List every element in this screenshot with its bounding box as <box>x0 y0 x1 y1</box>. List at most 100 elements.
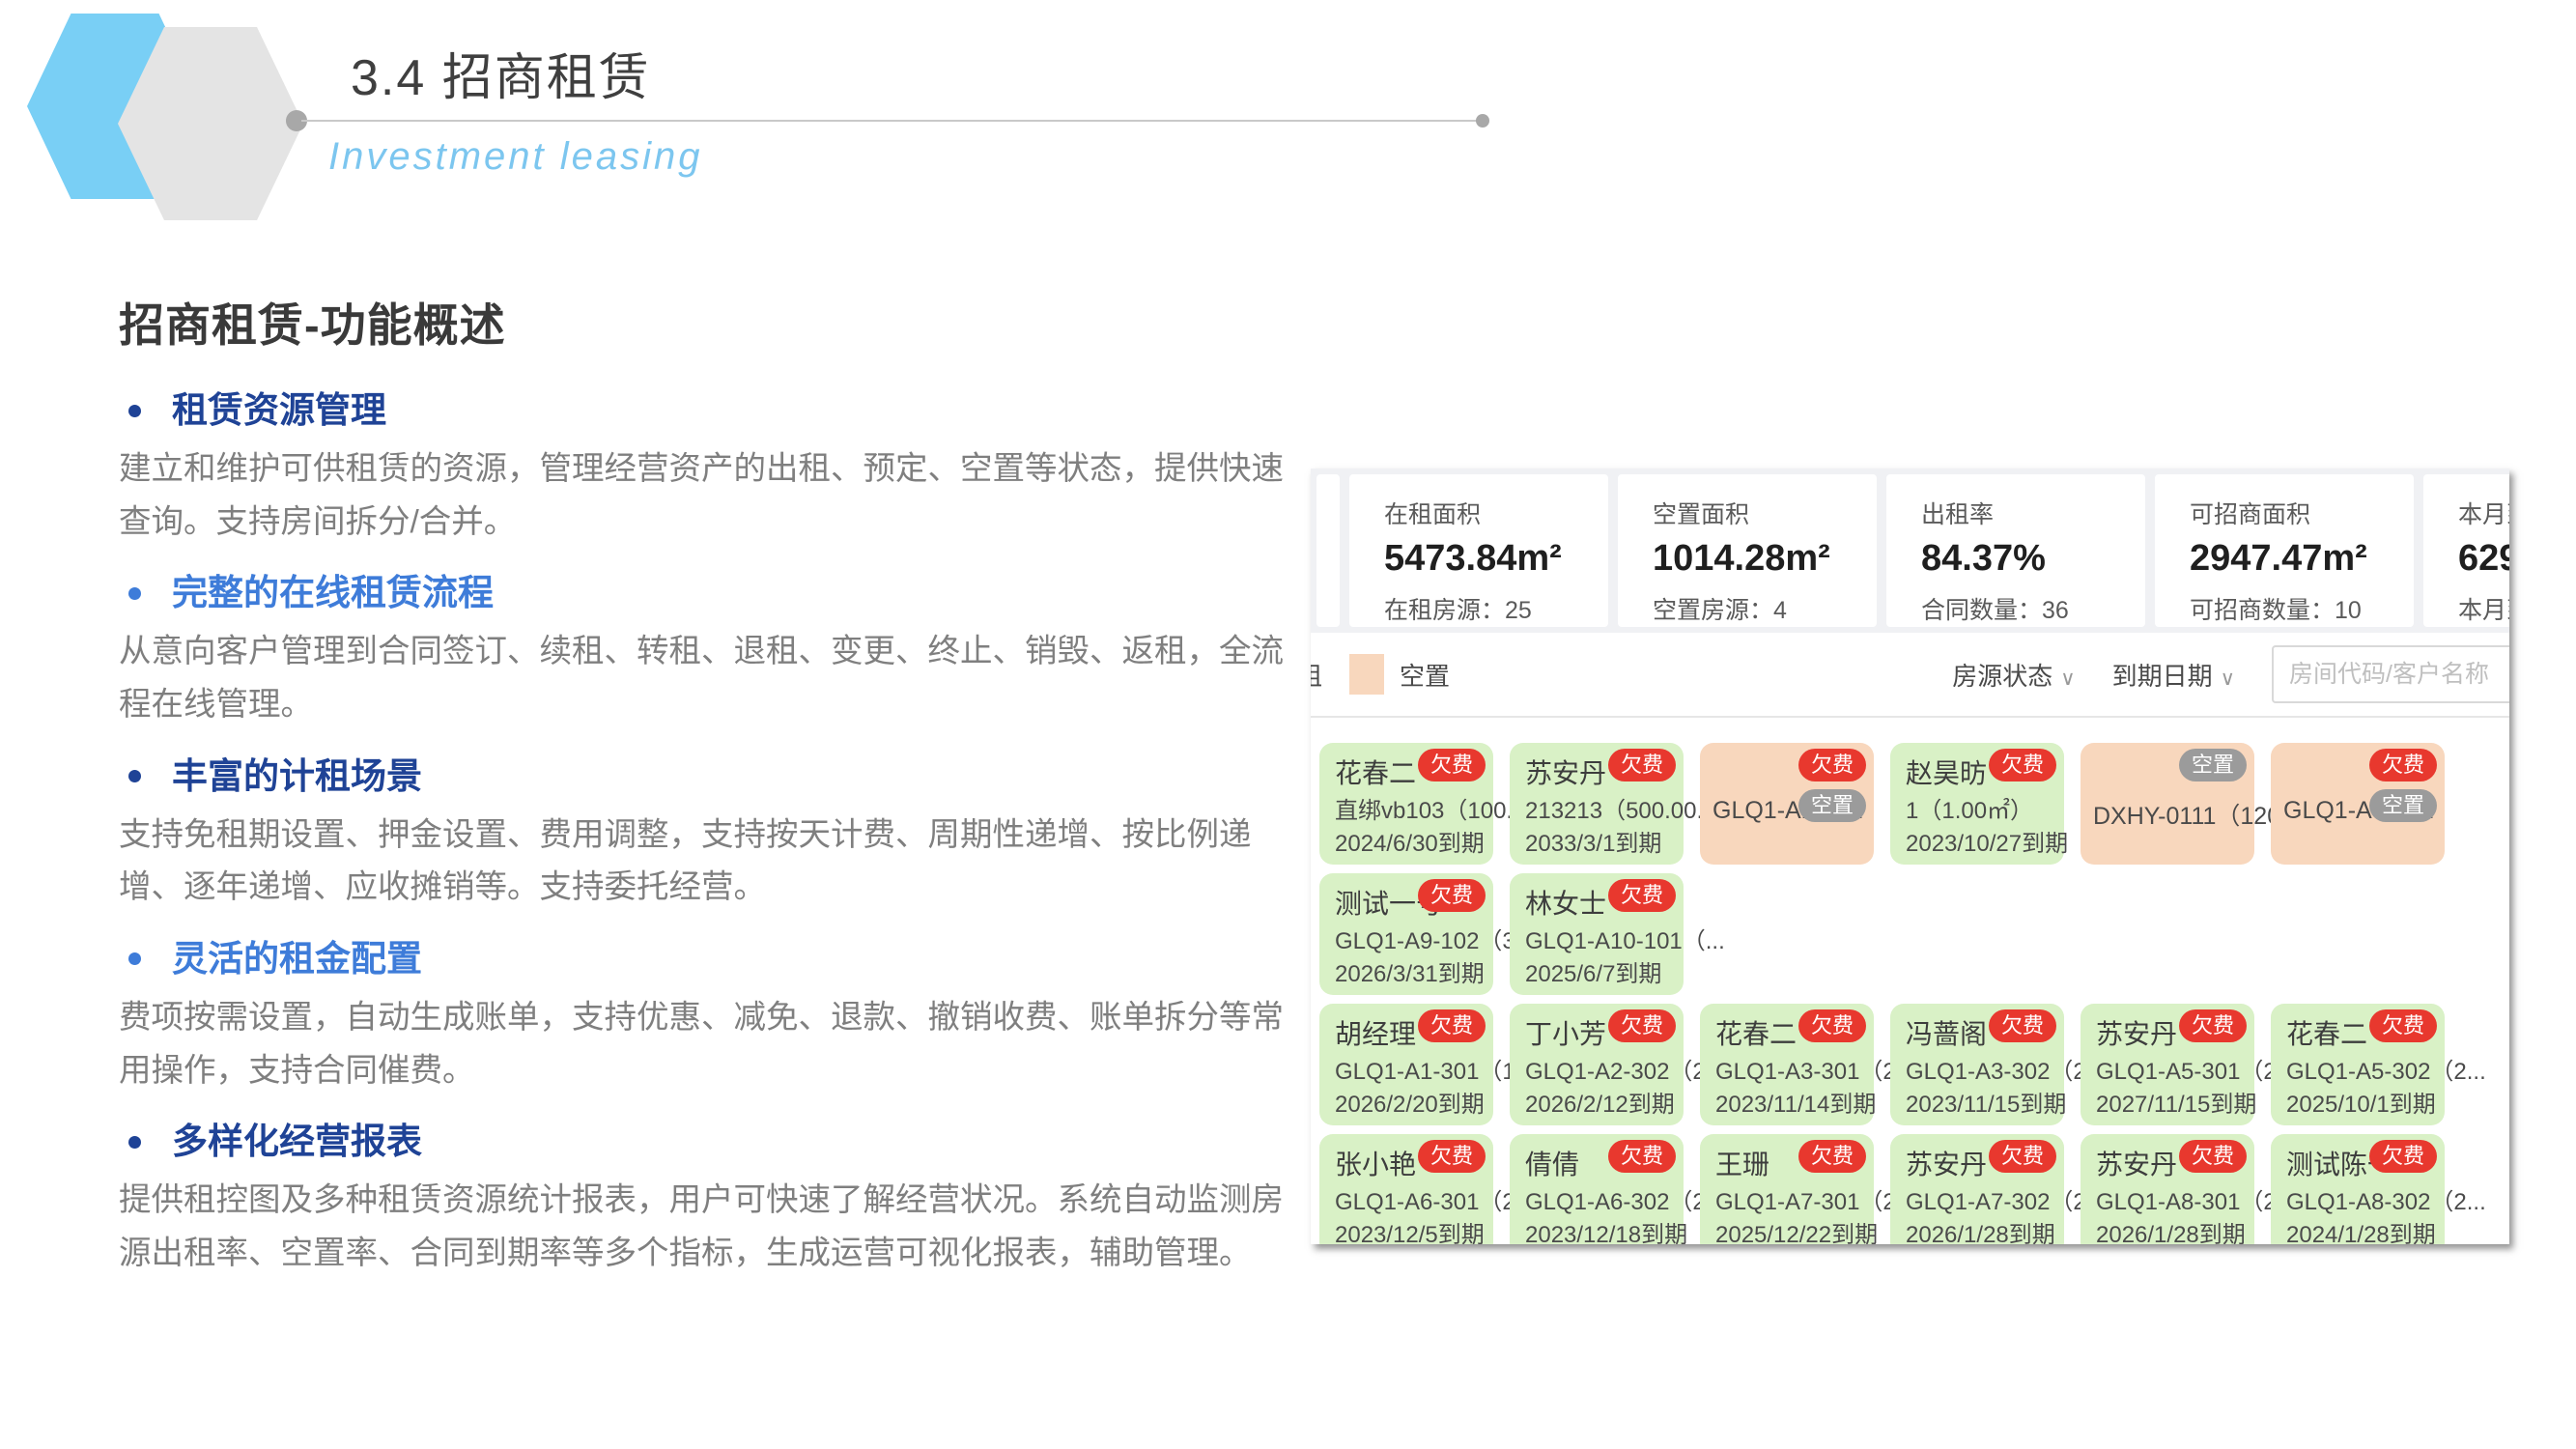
owe-badge: 欠费 <box>1418 1009 1486 1042</box>
bullet-body-text: 从意向客户管理到合同签订、续租、转租、退租、变更、终止、销毁、返租，全流程在线管… <box>119 626 1305 731</box>
room-card[interactable]: 赵昊昉1（1.00㎡）2023/10/27到期欠费 <box>1890 743 2064 865</box>
room-expiry-date: 2023/12/5到期 <box>1335 1215 1485 1244</box>
stat-sub: 合同数量：36 <box>1921 591 2145 626</box>
room-card[interactable]: 苏安丹GLQ1-A7-302（2...2026/1/28到期欠费 <box>1890 1134 2064 1244</box>
room-card[interactable]: 苏安丹GLQ1-A5-301（2...2027/11/15到期欠费 <box>2081 1004 2254 1125</box>
owe-badge: 欠费 <box>1418 749 1486 781</box>
room-tenant-name: 花春二 <box>2286 1013 2367 1052</box>
room-search-input[interactable] <box>2272 645 2509 703</box>
slide-subtitle: Investment leasing <box>328 135 703 179</box>
legend-vacant-label: 空置 <box>1400 657 1450 693</box>
bullet-body-text: 建立和维护可供租赁的资源，管理经营资产的出租、预定、空置等状态，提供快速查询。支… <box>119 443 1305 549</box>
room-card[interactable]: 冯蔷阁GLQ1-A3-302（2...2023/11/15到期欠费 <box>1890 1004 2064 1125</box>
stat-sub: 可招商数量：10 <box>2190 591 2414 626</box>
stat-card: 可招商面积2947.47m²可招商数量：10 <box>2155 474 2414 627</box>
room-expiry-date: 2025/12/22到期 <box>1715 1215 1878 1244</box>
stat-card: 在租面积5473.84m²在租房源：25 <box>1349 474 1608 627</box>
room-detail-line: GLQ1-A7-301（2... <box>1715 1182 1915 1216</box>
room-card[interactable]: 林女士GLQ1-A10-101（...2025/6/7到期欠费 <box>1510 873 1684 995</box>
bullet-label-row: 完整的在线租赁流程 <box>128 570 1305 616</box>
feature-overview: 招商租赁-功能概述 租赁资源管理建立和维护可供租赁的资源，管理经营资产的出租、预… <box>119 288 1305 1280</box>
room-card[interactable]: GLQ1-A1-101欠费空置 <box>1700 743 1874 865</box>
owe-badge: 欠费 <box>1608 879 1676 912</box>
room-detail-line: GLQ1-A6-302（2... <box>1525 1182 1725 1216</box>
room-card[interactable]: 苏安丹213213（500.00...2033/3/1到期欠费 <box>1510 743 1684 865</box>
room-card[interactable]: DXHY-0111（120...空置 <box>2081 743 2254 865</box>
room-detail-line: GLQ1-A6-301（2... <box>1335 1182 1535 1216</box>
room-card[interactable]: 丁小芳GLQ1-A2-302（2...2026/2/12到期欠费 <box>1510 1004 1684 1125</box>
bullet-body-text: 费项按需设置，自动生成账单，支持优惠、减免、退款、撤销收费、账单拆分等常用操作，… <box>119 992 1305 1097</box>
stat-label: 空置面积 <box>1653 496 1877 530</box>
filter-room-status[interactable]: 房源状态∨ <box>1952 657 2075 693</box>
room-detail-line: GLQ1-A10-101（... <box>1525 922 1725 955</box>
legend-occupied-label-cut: 租 <box>1311 657 1328 693</box>
owe-badge: 欠费 <box>1798 749 1866 781</box>
room-expiry-date: 2027/11/15到期 <box>2096 1085 2256 1119</box>
owe-badge: 欠费 <box>1798 1009 1866 1042</box>
room-card[interactable]: 花春二GLQ1-A5-302（2...2025/10/1到期欠费 <box>2271 1004 2445 1125</box>
stat-sub: 本月到 <box>2458 591 2509 626</box>
room-detail-line: GLQ1-A2-302（2... <box>1525 1052 1725 1086</box>
room-card[interactable]: 测试一号GLQ1-A9-102（3...2026/3/31到期欠费 <box>1319 873 1493 995</box>
room-tenant-name: 花春二 <box>1715 1013 1797 1052</box>
room-card[interactable]: 胡经理GLQ1-A1-301（1...2026/2/20到期欠费 <box>1319 1004 1493 1125</box>
room-expiry-date: 2026/1/28到期 <box>2096 1215 2246 1244</box>
owe-badge: 欠费 <box>2369 749 2437 781</box>
room-detail-line: GLQ1-A9-102（3... <box>1335 922 1535 955</box>
room-detail-line: GLQ1-A5-302（2... <box>2286 1052 2486 1086</box>
bullet-label-row: 灵活的租金配置 <box>128 936 1305 982</box>
room-card[interactable]: 王珊GLQ1-A7-301（2...2025/12/22到期欠费 <box>1700 1134 1874 1244</box>
stat-label: 在租面积 <box>1384 496 1608 530</box>
room-detail-line: 直绑vb103（100.... <box>1335 791 1532 825</box>
room-tenant-name: 苏安丹 <box>1906 1144 1987 1182</box>
owe-badge: 欠费 <box>2179 1009 2247 1042</box>
app-screenshot-panel: 在租面积5473.84m²在租房源：25空置面积1014.28m²空置房源：4出… <box>1311 469 2509 1244</box>
room-card[interactable]: 倩倩GLQ1-A6-302（2...2023/12/18到期欠费 <box>1510 1134 1684 1244</box>
room-card[interactable]: 花春二GLQ1-A3-301（2...2023/11/14到期欠费 <box>1700 1004 1874 1125</box>
room-expiry-date: 2023/10/27到期 <box>1906 824 2068 858</box>
room-card[interactable]: 苏安丹GLQ1-A8-301（2...2026/1/28到期欠费 <box>2081 1134 2254 1244</box>
rule-line <box>301 120 1482 122</box>
chevron-down-icon: ∨ <box>2221 668 2235 690</box>
room-expiry-date: 2023/11/15到期 <box>1906 1085 2066 1119</box>
room-card[interactable]: 测试陈一GLQ1-A8-302（2...2024/1/28到期欠费 <box>2271 1134 2445 1244</box>
bullet-list: 租赁资源管理建立和维护可供租赁的资源，管理经营资产的出租、预定、空置等状态，提供… <box>119 387 1305 1280</box>
chevron-down-icon: ∨ <box>2060 668 2075 690</box>
owe-badge: 欠费 <box>2369 1009 2437 1042</box>
owe-badge: 欠费 <box>1608 1009 1676 1042</box>
legend-vacant-swatch <box>1349 654 1384 695</box>
owe-badge: 欠费 <box>1418 879 1486 912</box>
room-tenant-name: 丁小芳 <box>1525 1013 1606 1052</box>
bullet-label-row: 租赁资源管理 <box>128 387 1305 434</box>
bullet-label: 完整的在线租赁流程 <box>172 570 494 616</box>
room-tenant-name: 林女士 <box>1525 883 1606 922</box>
bullet-label-row: 丰富的计租场景 <box>128 753 1305 800</box>
bullet-dot <box>128 770 141 782</box>
room-detail-line: GLQ1-A5-301（2... <box>2096 1052 2296 1086</box>
stat-label: 可招商面积 <box>2190 496 2414 530</box>
stat-label: 出租率 <box>1921 496 2145 530</box>
room-expiry-date: 2033/3/1到期 <box>1525 824 1661 858</box>
vacant-badge: 空置 <box>1798 789 1866 822</box>
filter-expiry-date[interactable]: 到期日期∨ <box>2112 657 2235 693</box>
bullet-label: 灵活的租金配置 <box>172 936 422 982</box>
room-detail-line: 213213（500.00... <box>1525 791 1716 825</box>
room-tenant-name: 张小艳 <box>1335 1144 1416 1182</box>
room-card[interactable]: 花春二直绑vb103（100....2024/6/30到期欠费 <box>1319 743 1493 865</box>
stat-value: 84.37% <box>1921 538 2145 580</box>
room-expiry-date: 2023/11/14到期 <box>1715 1085 1876 1119</box>
owe-badge: 欠费 <box>1418 1140 1486 1173</box>
room-tenant-name: 倩倩 <box>1525 1144 1579 1182</box>
room-detail-line: 1（1.00㎡） <box>1906 791 2033 825</box>
stat-card-cut-left <box>1316 474 1340 627</box>
stats-row: 在租面积5473.84m²在租房源：25空置面积1014.28m²空置房源：4出… <box>1311 469 2509 633</box>
bullet-label-row: 多样化经营报表 <box>128 1119 1305 1165</box>
room-card[interactable]: GLQ1-A9-101欠费空置 <box>2271 743 2445 865</box>
owe-badge: 欠费 <box>1798 1140 1866 1173</box>
owe-badge: 欠费 <box>1989 1140 2056 1173</box>
room-expiry-date: 2024/1/28到期 <box>2286 1215 2436 1244</box>
room-card[interactable]: 张小艳GLQ1-A6-301（2...2023/12/5到期欠费 <box>1319 1134 1493 1244</box>
stat-value: 5473.84m² <box>1384 538 1608 580</box>
section-heading: 招商租赁-功能概述 <box>119 288 1305 355</box>
room-expiry-date: 2023/12/18到期 <box>1525 1215 1687 1244</box>
